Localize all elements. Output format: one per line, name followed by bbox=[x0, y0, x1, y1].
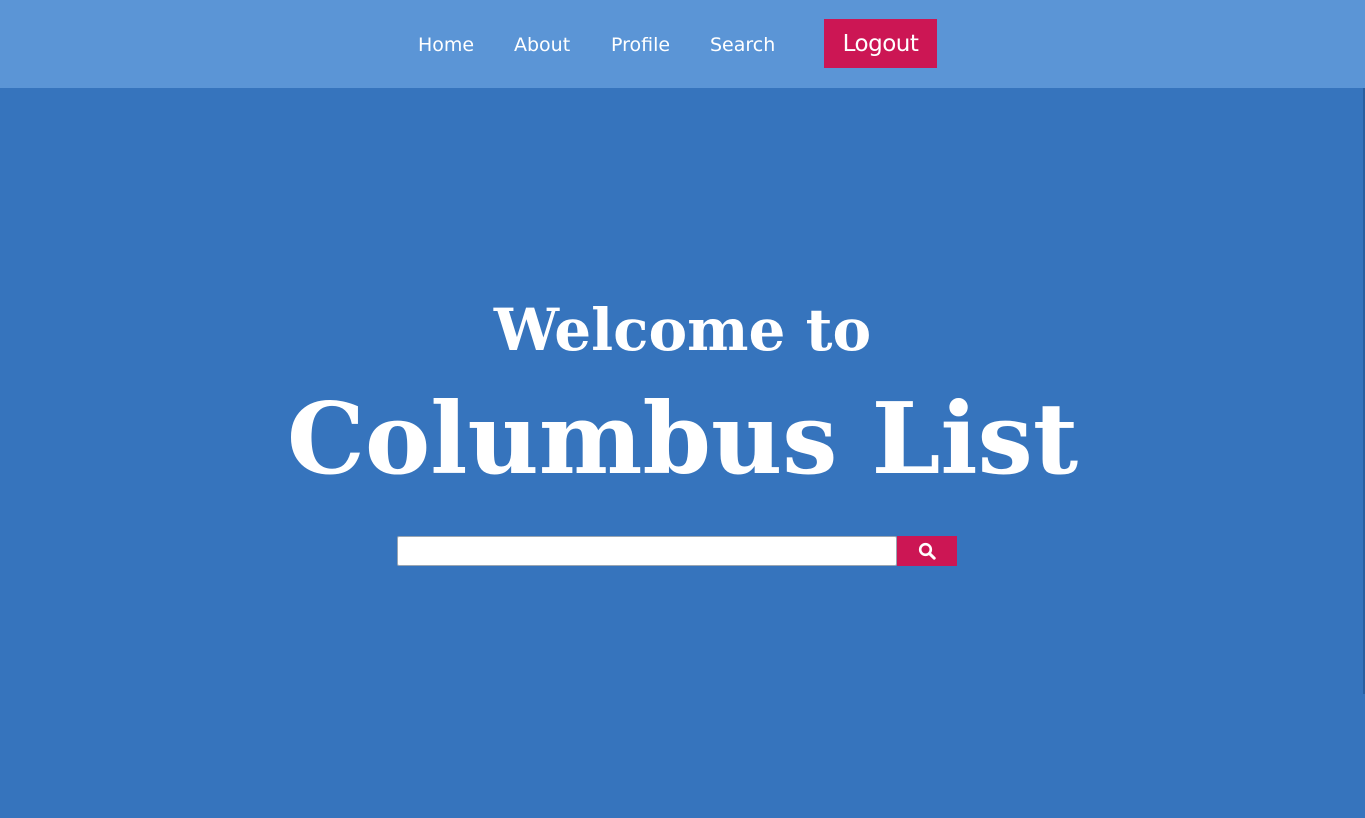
nav-about-link[interactable]: About bbox=[514, 33, 570, 57]
logout-button[interactable]: Logout bbox=[824, 19, 937, 68]
nav-search-link[interactable]: Search bbox=[710, 33, 775, 57]
welcome-heading: Welcome to bbox=[493, 296, 872, 364]
search-button[interactable] bbox=[897, 536, 957, 566]
search-input[interactable] bbox=[397, 536, 897, 566]
top-nav-bar: Home About Profile Search Logout bbox=[0, 0, 1365, 88]
search-icon bbox=[918, 542, 936, 560]
site-title: Columbus List bbox=[286, 382, 1079, 497]
nav-profile-link[interactable]: Profile bbox=[611, 33, 670, 57]
nav-home-link[interactable]: Home bbox=[418, 33, 474, 57]
